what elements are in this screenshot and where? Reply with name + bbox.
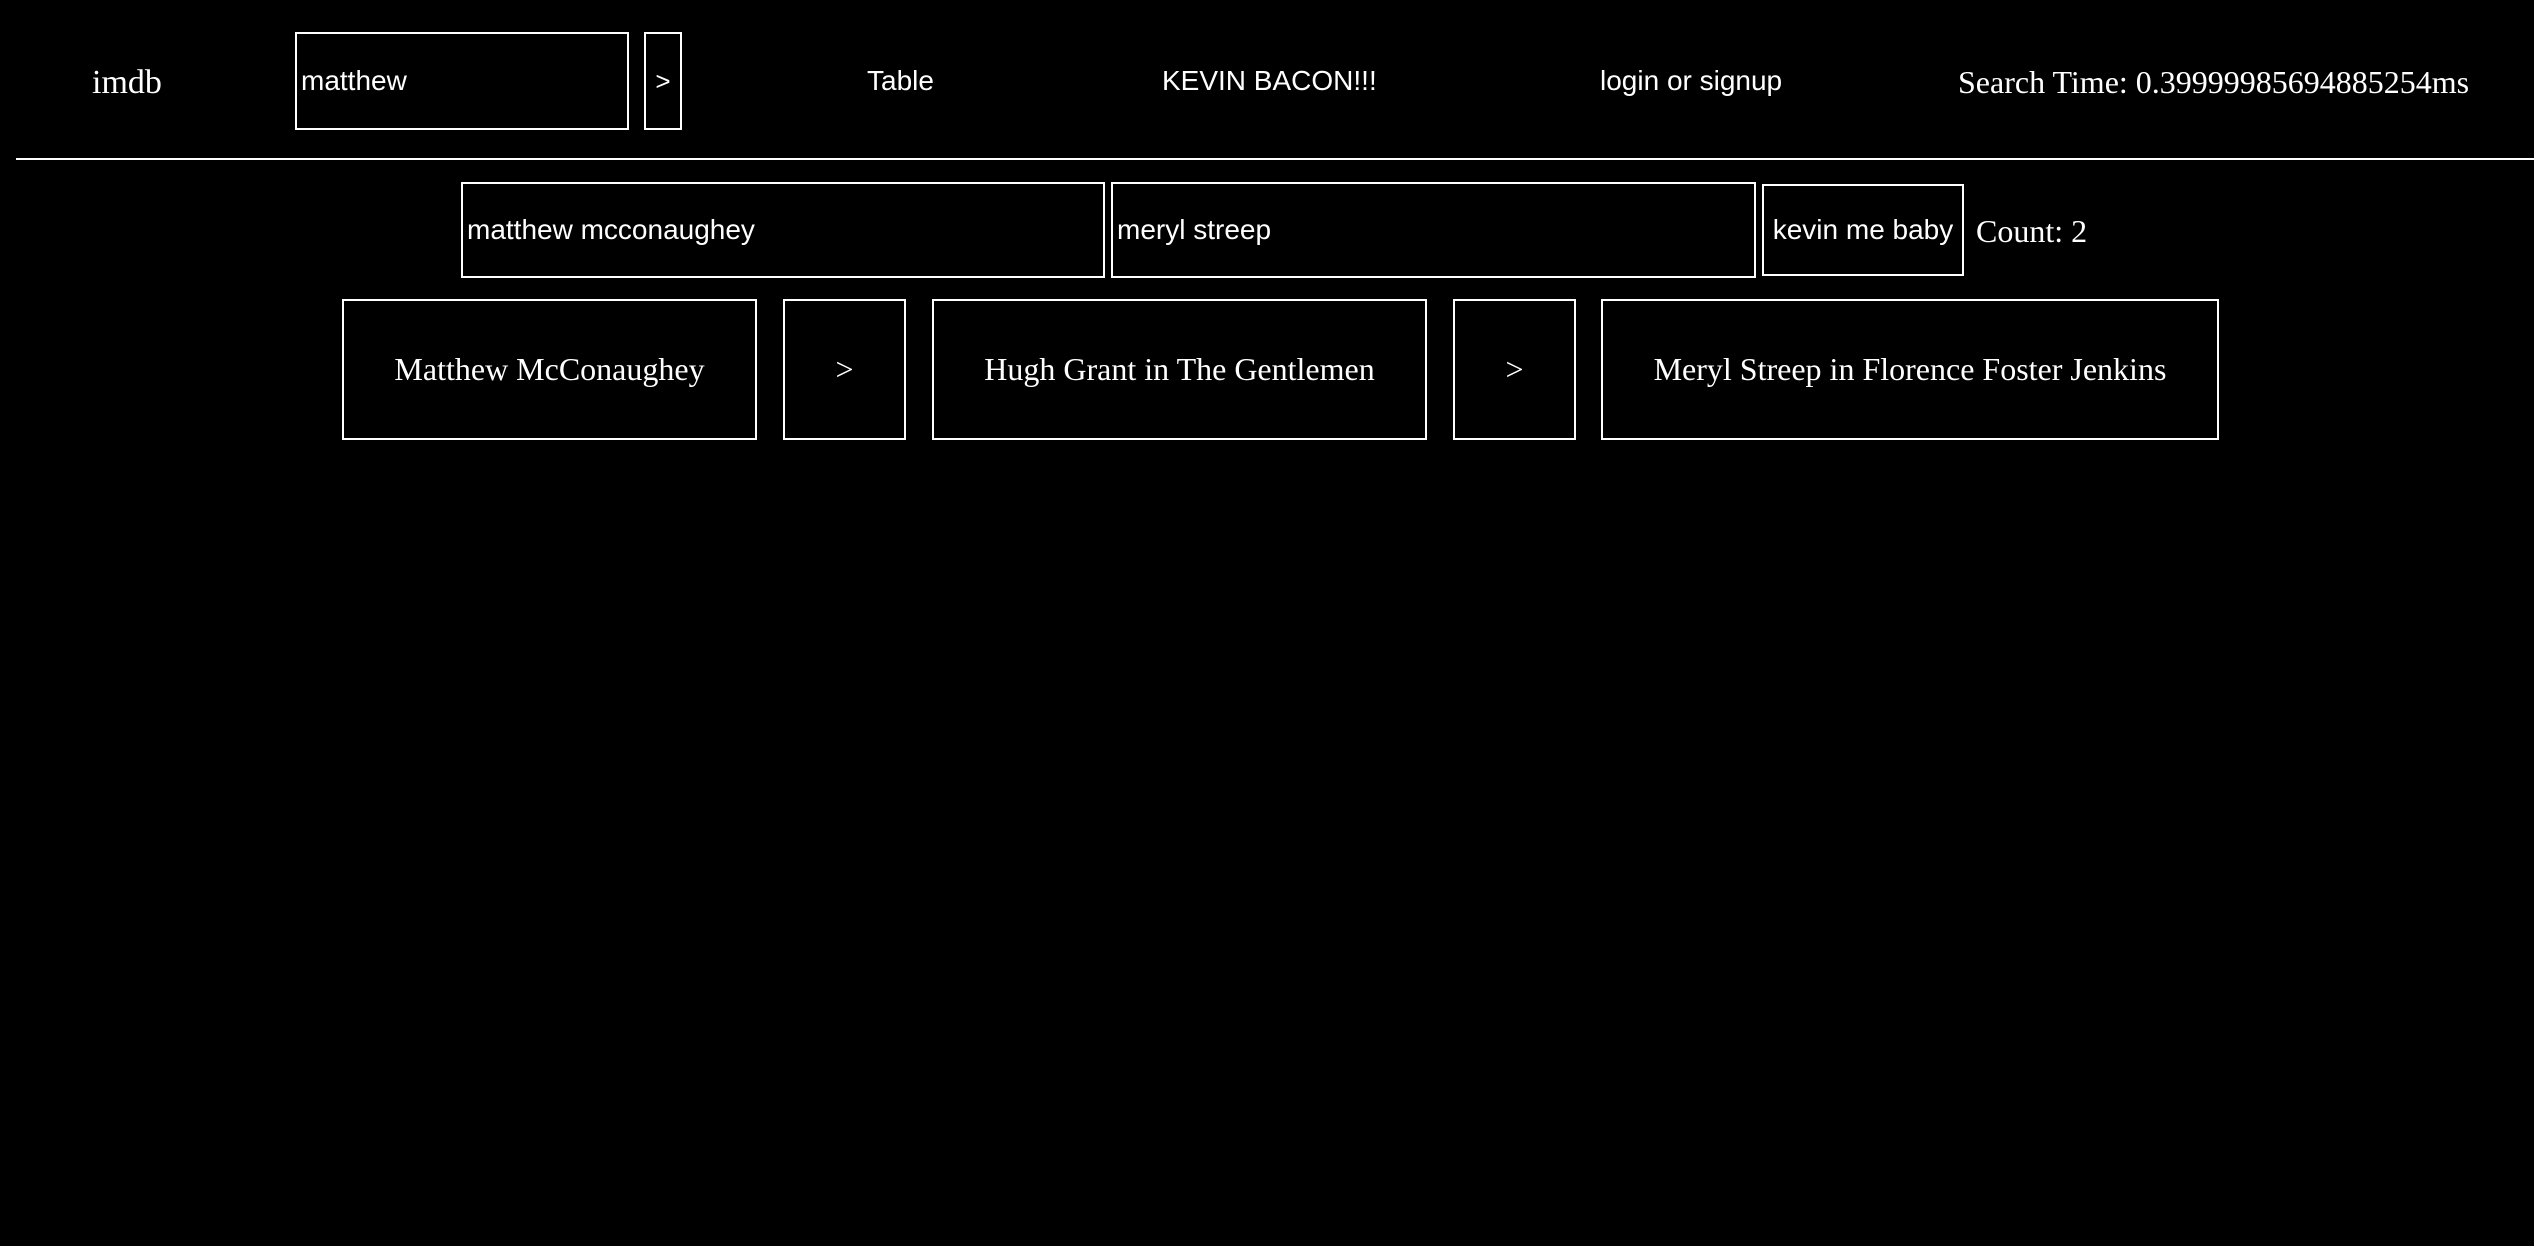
search-submit-button[interactable]: > xyxy=(644,32,682,130)
chain-separator-2: > xyxy=(1453,299,1576,440)
nav-link-login[interactable]: login or signup xyxy=(1600,64,1782,98)
to-actor-input[interactable] xyxy=(1111,182,1756,278)
logo[interactable]: imdb xyxy=(92,63,162,103)
kevin-me-baby-button[interactable]: kevin me baby xyxy=(1762,184,1964,276)
from-actor-input[interactable] xyxy=(461,182,1105,278)
chain-node-end: Meryl Streep in Florence Foster Jenkins xyxy=(1601,299,2219,440)
search-time: Search Time: 0.39999985694885254ms xyxy=(1958,64,2470,100)
search-input[interactable] xyxy=(295,32,629,130)
chain-node-middle: Hugh Grant in The Gentlemen xyxy=(932,299,1427,440)
nav-link-kevin-bacon[interactable]: KEVIN BACON!!! xyxy=(1162,64,1377,98)
chain-node-start: Matthew McConaughey xyxy=(342,299,757,440)
nav-link-table[interactable]: Table xyxy=(867,64,934,98)
top-nav: imdb > Table KEVIN BACON!!! login or sig… xyxy=(0,0,2534,160)
chain-separator-1: > xyxy=(783,299,906,440)
header-divider xyxy=(16,158,2534,160)
path-count: Count: 2 xyxy=(1976,213,2088,249)
